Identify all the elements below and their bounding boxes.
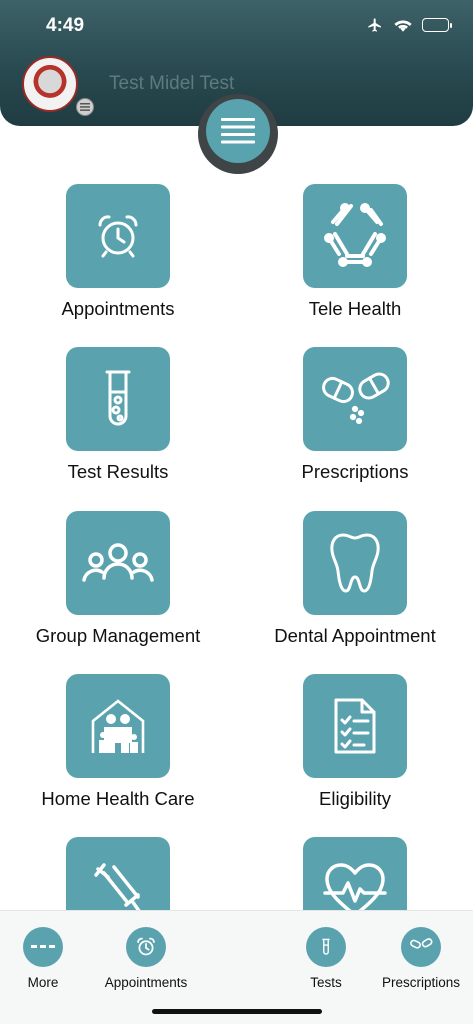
status-bar: 4:49 [0, 0, 473, 50]
checklist-document-icon [303, 674, 407, 778]
status-time: 4:49 [46, 15, 85, 36]
grid-item-dental-appointment[interactable]: Dental Appointment [237, 511, 473, 647]
tab-tests[interactable]: Tests [291, 927, 361, 990]
grid-item-test-results[interactable]: Test Results [0, 347, 236, 483]
more-dashes-icon [23, 927, 63, 967]
organization-logo [22, 56, 78, 112]
alarm-clock-icon [66, 184, 170, 288]
tab-label: Appointments [104, 975, 188, 990]
grid-label: Dental Appointment [274, 625, 436, 646]
grid-item-appointments[interactable]: Appointments [0, 184, 236, 320]
grid-item-tele-health[interactable]: Tele Health [237, 184, 473, 320]
group-icon [66, 511, 170, 615]
tab-more[interactable]: More [8, 927, 78, 990]
test-tube-icon [306, 927, 346, 967]
status-icons [366, 17, 452, 33]
tab-label: Tests [310, 975, 342, 990]
pills-icon [401, 927, 441, 967]
grid-label: Eligibility [319, 788, 391, 809]
tab-prescriptions[interactable]: Prescriptions [374, 927, 468, 990]
airplane-icon [366, 17, 384, 33]
bottom-tab-bar: More Appointments Tests Prescriptions [0, 910, 473, 1024]
grid-item-home-health-care[interactable]: Home Health Care [0, 674, 236, 810]
grid-item-group-management[interactable]: Group Management [0, 511, 236, 647]
grid-item-prescriptions[interactable]: Prescriptions [237, 347, 473, 483]
alarm-clock-icon [126, 927, 166, 967]
grid-label: Home Health Care [41, 788, 195, 809]
tab-label: Prescriptions [381, 975, 461, 990]
edit-badge-icon[interactable] [76, 98, 94, 116]
family-home-icon [66, 674, 170, 778]
user-name: Test Midel Test [109, 73, 235, 94]
grid-label: Appointments [61, 298, 175, 319]
battery-icon [422, 18, 452, 32]
wifi-icon [394, 18, 412, 32]
circuit-ring-icon [303, 184, 407, 288]
menu-button[interactable] [206, 99, 270, 163]
grid-item-eligibility[interactable]: Eligibility [237, 674, 473, 810]
tooth-icon [303, 511, 407, 615]
tab-appointments[interactable]: Appointments [98, 927, 194, 990]
tab-label: More [27, 975, 59, 990]
grid-label: Group Management [35, 625, 201, 646]
grid-label: Test Results [67, 461, 169, 482]
grid-label: Prescriptions [301, 461, 409, 482]
grid-label: Tele Health [308, 298, 402, 319]
pills-icon [303, 347, 407, 451]
home-indicator [152, 1009, 322, 1014]
hamburger-icon [221, 118, 255, 144]
test-tube-icon [66, 347, 170, 451]
